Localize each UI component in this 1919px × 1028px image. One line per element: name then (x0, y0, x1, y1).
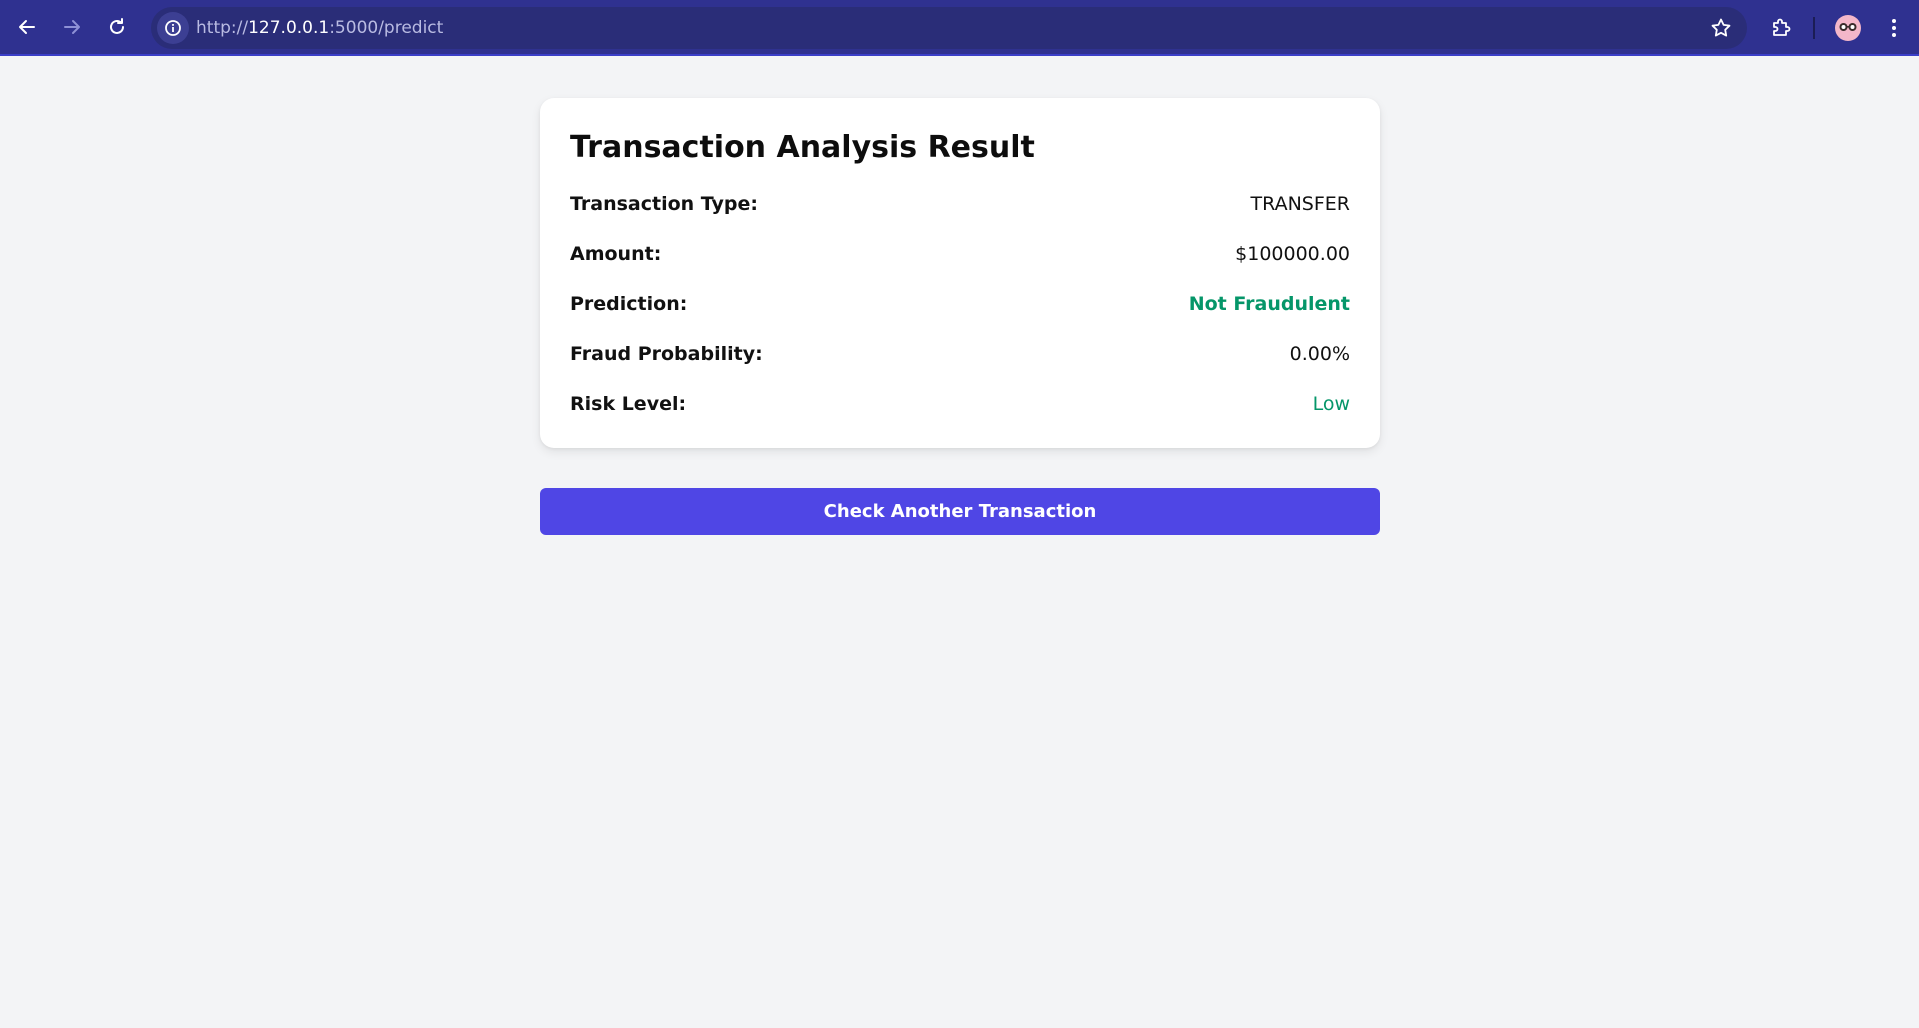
row-value: TRANSFER (1250, 193, 1350, 215)
puzzle-icon[interactable] (1769, 16, 1793, 40)
page-title: Transaction Analysis Result (570, 130, 1035, 165)
url-host: 127.0.0.1 (248, 18, 330, 38)
result-row-fraud-probability: Fraud Probability: 0.00% (570, 339, 1350, 369)
row-label: Transaction Type: (570, 193, 758, 215)
prediction-badge: Not Fraudulent (1188, 293, 1350, 315)
avatar[interactable] (1835, 15, 1861, 41)
row-value: $100000.00 (1235, 243, 1350, 265)
result-row-transaction-type: Transaction Type: TRANSFER (570, 189, 1350, 219)
risk-level-value: Low (1312, 393, 1350, 415)
profile-glasses-icon (1839, 23, 1857, 31)
reload-button[interactable] (100, 10, 134, 44)
url-scheme: http:// (196, 18, 249, 38)
kebab-menu-icon[interactable] (1882, 16, 1906, 40)
back-arrow-icon (19, 20, 35, 34)
forward-arrow-icon (64, 20, 80, 34)
row-label: Fraud Probability: (570, 343, 763, 365)
row-label: Prediction: (570, 293, 688, 315)
url-path: :5000/predict (329, 18, 444, 38)
result-row-amount: Amount: $100000.00 (570, 239, 1350, 269)
forward-button[interactable] (55, 10, 89, 44)
row-label: Amount: (570, 243, 662, 265)
row-value: 0.00% (1289, 343, 1350, 365)
check-another-transaction-button[interactable]: Check Another Transaction (540, 488, 1380, 535)
reload-icon (110, 18, 124, 34)
result-row-prediction: Prediction: Not Fraudulent (570, 289, 1350, 319)
star-icon[interactable] (1709, 16, 1733, 40)
toolbar-divider (1813, 17, 1815, 39)
row-label: Risk Level: (570, 393, 687, 415)
back-button[interactable] (10, 10, 44, 44)
info-icon (165, 20, 181, 36)
result-row-risk-level: Risk Level: Low (570, 389, 1350, 419)
browser-toolbar: http://127.0.0.1:5000/predict (0, 0, 1919, 56)
site-info-button[interactable] (157, 12, 189, 44)
url-text[interactable]: http://127.0.0.1:5000/predict (196, 7, 443, 49)
address-bar[interactable]: http://127.0.0.1:5000/predict (151, 7, 1747, 49)
